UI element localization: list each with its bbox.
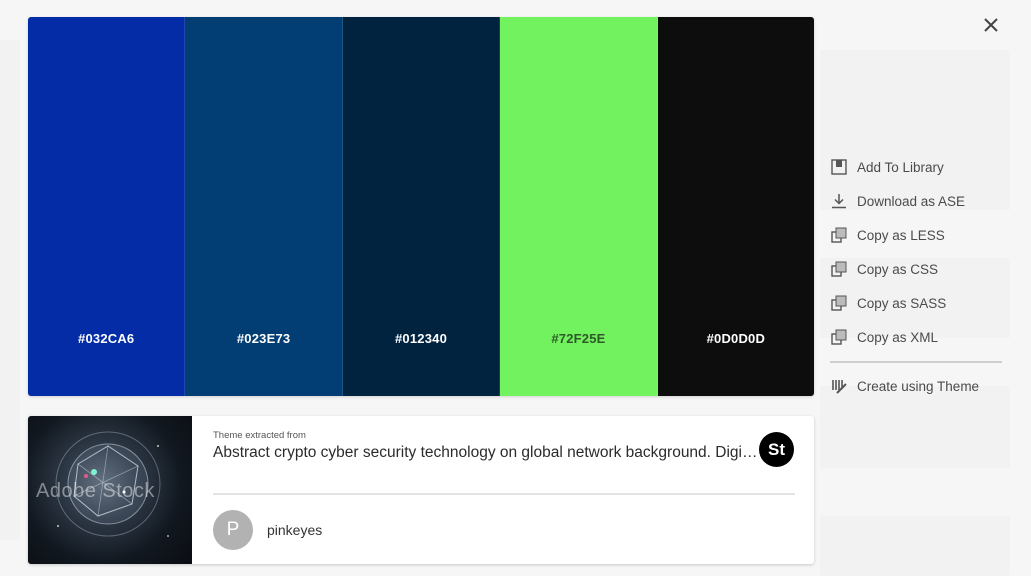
copy-sass-button[interactable]: Copy as SASS <box>830 286 1002 320</box>
swatch-3[interactable]: #012340 <box>342 17 501 396</box>
library-icon <box>830 158 848 176</box>
copy-icon <box>830 328 848 346</box>
copy-icon <box>830 294 848 312</box>
swatch-2[interactable]: #023E73 <box>185 17 343 396</box>
download-icon <box>830 192 848 210</box>
source-thumbnail[interactable]: Adobe Stock <box>28 416 192 564</box>
create-using-theme-button[interactable]: Create using Theme <box>830 369 1002 403</box>
swatch-hex-label: #012340 <box>395 331 448 346</box>
copy-less-button[interactable]: Copy as LESS <box>830 218 1002 252</box>
swatch-hex-label: #032CA6 <box>78 331 135 346</box>
avatar[interactable]: P <box>213 510 253 550</box>
swatch-1[interactable]: #032CA6 <box>28 17 186 396</box>
add-to-library-label: Add To Library <box>857 159 944 175</box>
create-using-theme-label: Create using Theme <box>857 378 980 394</box>
copy-xml-label: Copy as XML <box>857 329 939 345</box>
author-name[interactable]: pinkeyes <box>267 522 322 538</box>
palette-icon <box>830 377 848 395</box>
close-button[interactable] <box>980 14 1002 36</box>
copy-css-button[interactable]: Copy as CSS <box>830 252 1002 286</box>
copy-icon <box>830 226 848 244</box>
source-meta: Theme extracted from Abstract crypto cyb… <box>213 430 773 462</box>
swatch-hex-label: #72F25E <box>551 331 606 346</box>
copy-less-label: Copy as LESS <box>857 227 945 243</box>
color-palette: #032CA6 #023E73 #012340 #72F25E #0D0D0D <box>28 17 814 396</box>
copy-xml-button[interactable]: Copy as XML <box>830 320 1002 354</box>
source-title-link[interactable]: Abstract crypto cyber security technolog… <box>213 444 758 462</box>
swatch-4[interactable]: #72F25E <box>500 17 658 396</box>
watermark: Adobe Stock <box>36 480 155 502</box>
adobe-stock-badge[interactable]: St <box>759 432 794 467</box>
swatch-5[interactable]: #0D0D0D <box>657 17 814 396</box>
copy-icon <box>830 260 848 278</box>
copy-css-label: Copy as CSS <box>857 261 939 277</box>
source-card: Adobe Stock Theme extracted from Abstrac… <box>28 416 814 564</box>
card-divider <box>213 493 795 495</box>
extracted-from-label: Theme extracted from <box>213 430 306 441</box>
swatch-hex-label: #023E73 <box>236 331 291 346</box>
theme-actions-menu: Add To Library Download as ASE Copy as L… <box>830 150 1002 403</box>
add-to-library-button[interactable]: Add To Library <box>830 150 1002 184</box>
download-ase-button[interactable]: Download as ASE <box>830 184 1002 218</box>
menu-divider <box>830 361 1002 363</box>
swatch-hex-label: #0D0D0D <box>706 331 766 346</box>
download-ase-label: Download as ASE <box>857 193 966 209</box>
close-icon <box>984 18 998 32</box>
copy-sass-label: Copy as SASS <box>857 295 947 311</box>
